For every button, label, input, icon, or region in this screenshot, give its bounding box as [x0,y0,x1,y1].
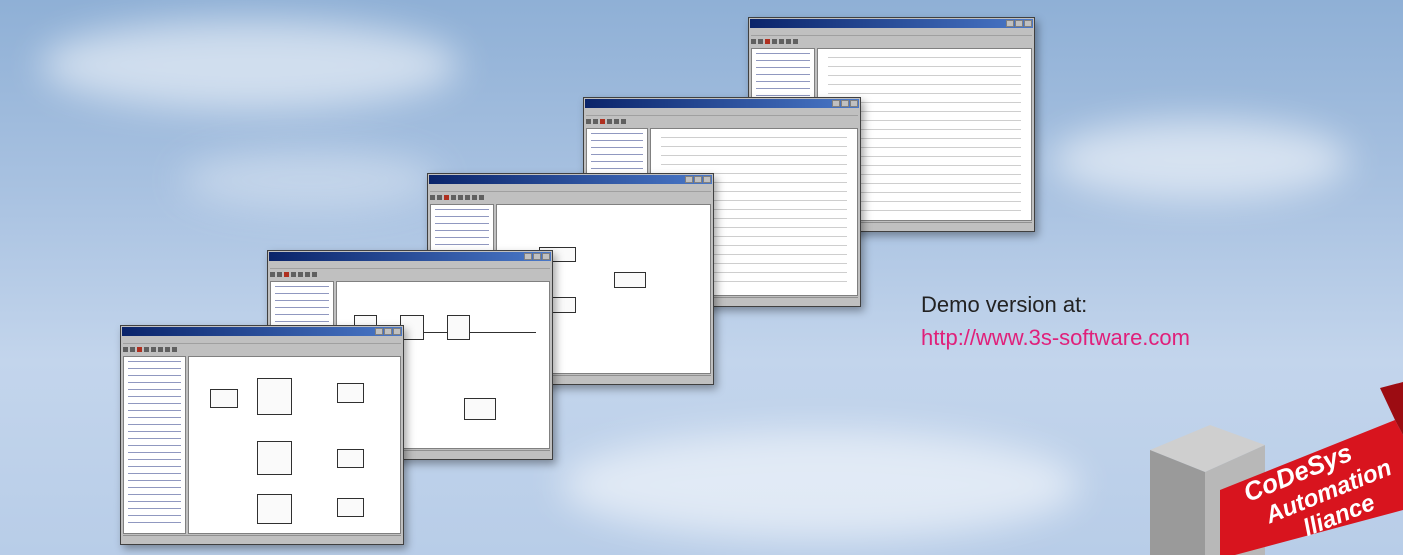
toolbar [751,37,1032,46]
menu-bar [123,337,401,344]
menu-bar [751,29,1032,36]
cfc-output [336,383,365,403]
sfc-step [614,272,646,288]
cfc-block [256,441,293,476]
cfc-block [256,378,293,416]
title-bar [750,19,1033,28]
ide-window-1 [120,325,404,545]
cfc-editor [188,356,401,534]
ladder-contact [447,315,471,341]
project-tree [123,356,187,534]
demo-label: Demo version at: [921,292,1088,317]
title-bar [122,327,402,336]
menu-bar [270,262,550,269]
cloud [1050,120,1350,200]
toolbar [123,345,401,354]
title-bar [585,99,859,108]
title-bar [429,175,712,184]
menu-bar [586,109,858,116]
title-bar [269,252,551,261]
cfc-output [336,497,365,518]
cloud [180,150,440,210]
status-bar [123,535,401,543]
cfc-block [256,494,293,525]
function-block [464,398,496,421]
cfc-input [210,388,238,409]
toolbar [270,270,550,279]
toolbar [430,193,711,202]
cfc-output [336,448,365,469]
demo-url-link[interactable]: http://www.3s-software.com [921,321,1190,354]
demo-note: Demo version at: http://www.3s-software.… [921,288,1190,354]
toolbar [586,117,858,126]
cloud [40,20,460,110]
menu-bar [430,185,711,192]
codesys-alliance-logo: CoDeSys Automation lliance [1150,382,1403,555]
cloud [560,430,1080,540]
